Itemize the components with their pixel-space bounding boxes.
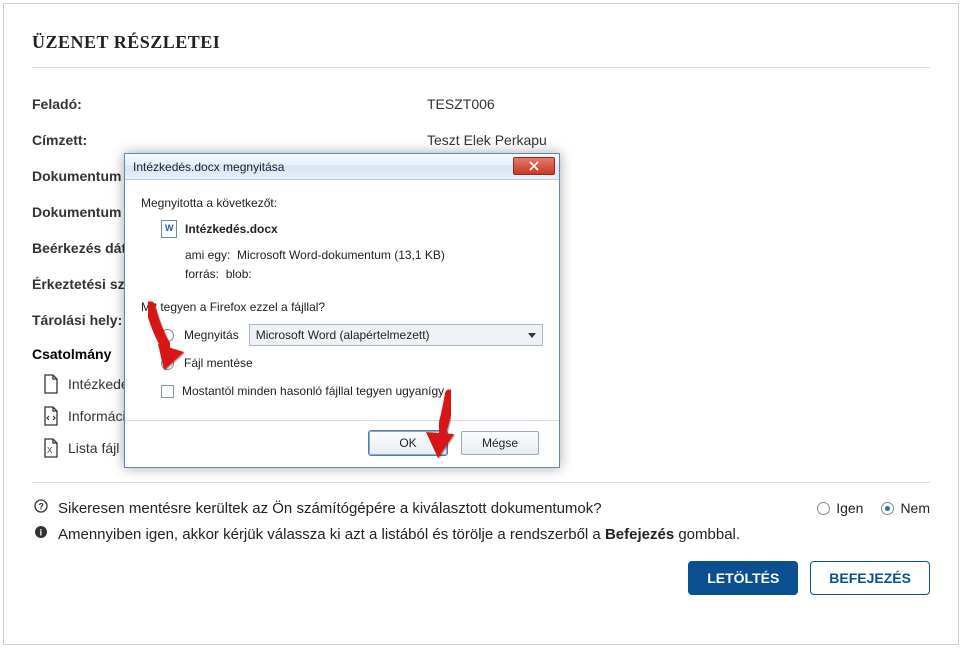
label-recipient: Címzett: bbox=[32, 132, 427, 148]
save-file-label: Fájl mentése bbox=[184, 356, 253, 370]
remember-label: Mostantól minden hasonló fájllal tegyen … bbox=[182, 384, 444, 398]
label-sender: Feladó: bbox=[32, 96, 427, 112]
file-open-dialog: Intézkedés.docx megnyitása Megnyitotta a… bbox=[124, 153, 560, 468]
divider bbox=[125, 420, 559, 421]
radio-icon bbox=[817, 502, 830, 515]
ok-button[interactable]: OK bbox=[369, 431, 447, 455]
value-recipient: Teszt Elek Perkapu bbox=[427, 132, 930, 148]
dialog-body: Megnyitotta a következőt: Intézkedés.doc… bbox=[125, 180, 559, 467]
divider bbox=[32, 482, 930, 483]
radio-icon bbox=[881, 502, 894, 515]
dialog-buttons: OK Mégse bbox=[141, 431, 543, 455]
yes-no-group: Igen Nem bbox=[817, 500, 930, 516]
svg-text:i: i bbox=[40, 528, 43, 538]
close-button[interactable] bbox=[513, 157, 555, 175]
open-with-selected: Microsoft Word (alapértelmezett) bbox=[256, 328, 430, 342]
chevron-down-icon bbox=[528, 333, 536, 338]
svg-text:X: X bbox=[47, 446, 53, 455]
dialog-title: Intézkedés.docx megnyitása bbox=[133, 160, 284, 174]
cancel-button[interactable]: Mégse bbox=[461, 431, 539, 455]
radio-no[interactable]: Nem bbox=[881, 500, 930, 516]
value-sender: TESZT006 bbox=[427, 96, 930, 112]
dialog-file-row: Intézkedés.docx bbox=[161, 220, 543, 238]
excel-document-icon: X bbox=[42, 438, 60, 458]
question-saved-text: Sikeresen mentésre kerültek az Ön számít… bbox=[58, 500, 602, 517]
option-save-file[interactable]: Fájl mentése bbox=[161, 356, 543, 370]
document-icon bbox=[42, 374, 60, 394]
dialog-titlebar[interactable]: Intézkedés.docx megnyitása bbox=[125, 154, 559, 180]
dialog-file-meta: ami egy: Microsoft Word-dokumentum (13,1… bbox=[185, 246, 543, 284]
dialog-question: Mit tegyen a Firefox ezzel a fájllal? bbox=[141, 300, 543, 314]
word-file-icon bbox=[161, 220, 177, 238]
remember-choice-row[interactable]: Mostantól minden hasonló fájllal tegyen … bbox=[161, 384, 543, 398]
finish-button[interactable]: BEFEJEZÉS bbox=[810, 561, 930, 595]
radio-icon bbox=[161, 357, 174, 370]
info-text: Amennyiben igen, akkor kérjük válassza k… bbox=[58, 526, 740, 543]
open-with-label: Megnyitás bbox=[184, 328, 239, 342]
action-buttons: LETÖLTÉS BEFEJEZÉS bbox=[32, 561, 930, 595]
radio-icon bbox=[161, 329, 174, 342]
dialog-opened-label: Megnyitotta a következőt: bbox=[141, 196, 543, 210]
code-document-icon bbox=[42, 406, 60, 426]
detail-row-sender: Feladó: TESZT006 bbox=[32, 86, 930, 122]
svg-text:?: ? bbox=[38, 502, 44, 512]
download-button[interactable]: LETÖLTÉS bbox=[688, 561, 798, 595]
question-saved-row: ? Sikeresen mentésre kerültek az Ön szám… bbox=[32, 495, 930, 521]
open-with-select[interactable]: Microsoft Word (alapértelmezett) bbox=[249, 324, 543, 346]
question-icon: ? bbox=[32, 499, 50, 517]
panel-title: ÜZENET RÉSZLETEI bbox=[32, 32, 930, 68]
dialog-file-name: Intézkedés.docx bbox=[185, 222, 278, 236]
radio-no-label: Nem bbox=[900, 500, 930, 516]
checkbox-icon bbox=[161, 385, 174, 398]
option-open-with[interactable]: Megnyitás Microsoft Word (alapértelmezet… bbox=[161, 324, 543, 346]
info-row: i Amennyiben igen, akkor kérjük válassza… bbox=[32, 521, 930, 547]
close-icon bbox=[529, 161, 539, 171]
info-icon: i bbox=[32, 525, 50, 543]
radio-yes[interactable]: Igen bbox=[817, 500, 863, 516]
radio-yes-label: Igen bbox=[836, 500, 863, 516]
